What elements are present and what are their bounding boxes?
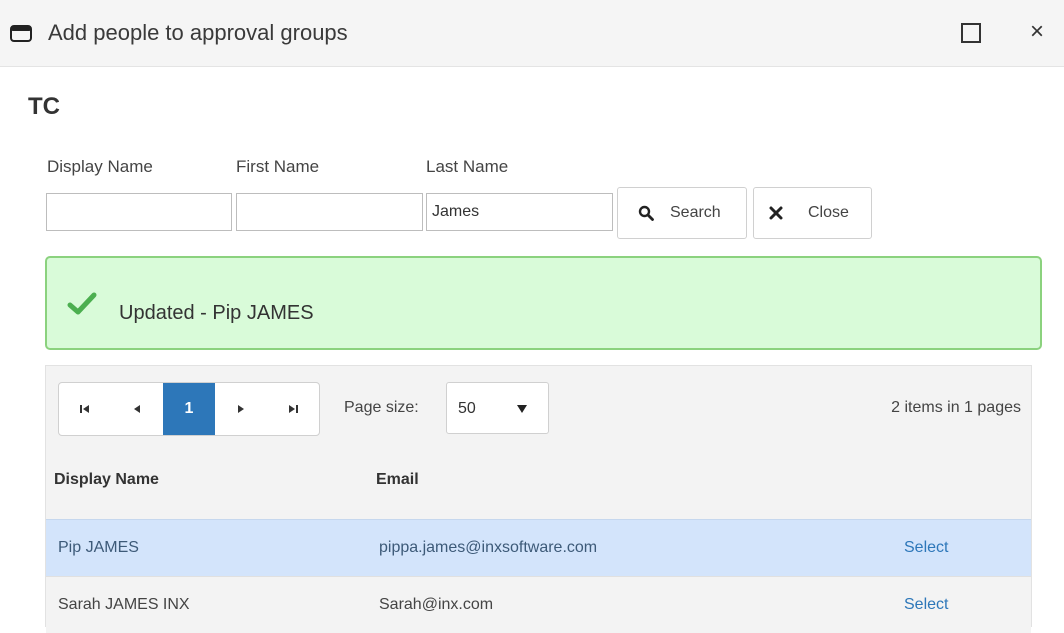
last-name-input[interactable] xyxy=(426,193,613,231)
window-icon xyxy=(10,25,32,42)
display-name-label: Display Name xyxy=(47,157,153,176)
dropdown-arrow-icon xyxy=(517,405,527,413)
next-page-icon xyxy=(238,405,244,413)
row-display-name: Pip JAMES xyxy=(58,539,139,556)
first-page-button[interactable] xyxy=(59,383,111,435)
first-name-input[interactable] xyxy=(236,193,423,231)
people-grid: 1 Page size: 50 2 items in 1 pages Displ… xyxy=(45,365,1032,633)
maximize-icon[interactable] xyxy=(960,22,982,44)
last-page-icon xyxy=(289,405,298,413)
previous-page-icon xyxy=(134,405,140,413)
row-display-name: Sarah JAMES INX xyxy=(58,596,190,613)
select-link[interactable]: Select xyxy=(904,596,948,614)
dialog-titlebar: Add people to approval groups × xyxy=(0,0,1064,67)
search-button[interactable]: Search xyxy=(617,187,747,239)
dialog-title: Add people to approval groups xyxy=(48,20,348,45)
first-page-icon xyxy=(80,405,89,413)
next-page-button[interactable] xyxy=(215,383,267,435)
alert-message: Updated - Pip JAMES xyxy=(119,302,314,324)
close-window-icon[interactable]: × xyxy=(1022,17,1052,47)
page-heading: TC xyxy=(28,93,60,120)
page-size-select[interactable]: 50 xyxy=(446,382,549,434)
success-alert: Updated - Pip JAMES xyxy=(45,256,1042,350)
close-icon xyxy=(769,206,783,220)
first-name-label: First Name xyxy=(236,157,320,176)
column-header-display-name[interactable]: Display Name xyxy=(54,471,159,489)
page-size-value: 50 xyxy=(458,400,476,417)
previous-page-button[interactable] xyxy=(111,383,163,435)
close-button[interactable]: Close xyxy=(753,187,872,239)
search-button-label: Search xyxy=(670,204,721,221)
display-name-input[interactable] xyxy=(46,193,232,231)
pagination: 1 xyxy=(58,382,320,436)
row-email: Sarah@inx.com xyxy=(379,596,494,613)
page-size-label: Page size: xyxy=(344,399,419,416)
table-row[interactable]: Pip JAMES pippa.james@inxsoftware.com Se… xyxy=(46,519,1031,576)
row-email: pippa.james@inxsoftware.com xyxy=(379,539,598,556)
close-button-label: Close xyxy=(808,204,849,221)
page-1-button[interactable]: 1 xyxy=(163,383,215,435)
select-link[interactable]: Select xyxy=(904,539,948,557)
last-page-button[interactable] xyxy=(267,383,319,435)
items-summary: 2 items in 1 pages xyxy=(891,399,1021,416)
table-row[interactable]: Sarah JAMES INX Sarah@inx.com Select xyxy=(46,576,1031,633)
search-icon xyxy=(638,205,654,221)
last-name-label: Last Name xyxy=(426,157,509,176)
checkmark-icon xyxy=(67,292,97,315)
column-header-email[interactable]: Email xyxy=(376,471,419,489)
